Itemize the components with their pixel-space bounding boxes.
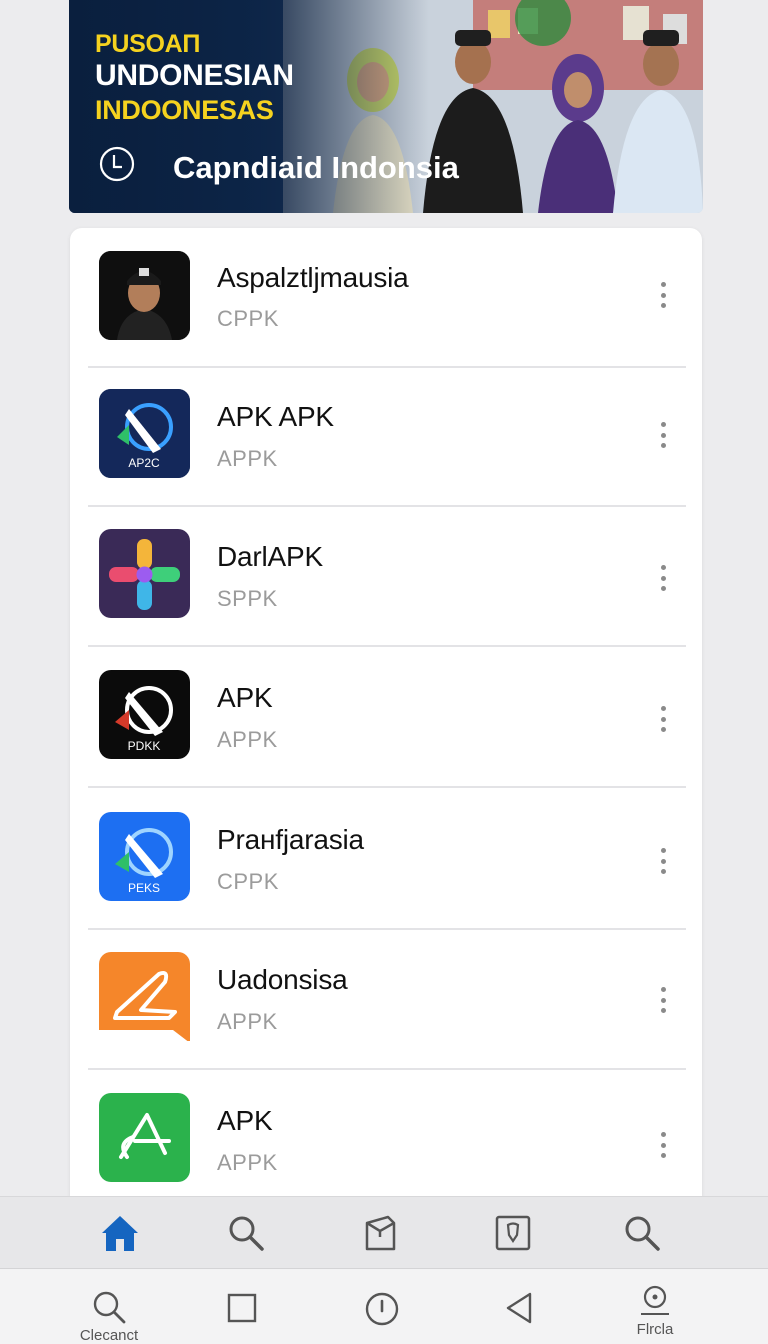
- app-type: APPK: [217, 446, 278, 471]
- app-name: Uadonsisa: [217, 964, 348, 995]
- clock-icon: [99, 146, 135, 182]
- more-options-icon[interactable]: [652, 983, 674, 1017]
- banner-title-line2: UNDONESIAN: [95, 59, 294, 92]
- search-icon[interactable]: [224, 1211, 268, 1255]
- list-item[interactable]: APK APPK: [70, 1071, 702, 1198]
- home-icon[interactable]: [98, 1211, 142, 1255]
- app-name: APK: [217, 682, 273, 713]
- home-button[interactable]: [362, 1269, 402, 1344]
- square-icon: [227, 1293, 257, 1323]
- more-options-icon[interactable]: [652, 844, 674, 878]
- search-icon[interactable]: [620, 1211, 664, 1255]
- app-type: CPPK: [217, 306, 279, 331]
- screen: PUSOAΠ UNDONESIAN INDOONESAS Capndiaid I…: [0, 0, 768, 1344]
- app-name: APK APK: [217, 401, 334, 432]
- bottom-tab-bar: [0, 1196, 768, 1268]
- banner-subtitle: Capndiaid Indonsia: [173, 150, 459, 185]
- banner-title: PUSOAΠ UNDONESIAN INDOONESAS: [95, 30, 294, 126]
- green-apk-icon: [99, 1093, 190, 1182]
- app-type: CPPK: [217, 869, 279, 894]
- system-nav-bar: Clecanct Flrcla: [0, 1268, 768, 1344]
- apk-logo-black-icon: PDKK: [99, 670, 190, 759]
- list-item[interactable]: PEKS Praнfjarasia CPPK: [70, 790, 702, 930]
- list-item[interactable]: AP2C APK APK APPK: [70, 367, 702, 507]
- person-avatar-icon: [99, 251, 190, 340]
- back-triangle-icon: [506, 1292, 532, 1324]
- app-name: Praнfjarasia: [217, 824, 364, 855]
- more-options-icon[interactable]: [652, 1128, 674, 1162]
- banner-title-line1: PUSOAΠ: [95, 30, 201, 58]
- app-list: Aspalztljmausia CPPK AP2C APK APK APPK D…: [70, 228, 702, 1198]
- compass-icon: [641, 1285, 669, 1315]
- system-right-button[interactable]: Flrcla: [620, 1269, 690, 1344]
- app-type: APPK: [217, 1009, 278, 1034]
- more-options-icon[interactable]: [652, 702, 674, 736]
- package-icon[interactable]: [358, 1211, 402, 1255]
- app-type: APPK: [217, 727, 278, 752]
- system-left-label: Clecanct: [79, 1327, 139, 1344]
- more-options-icon[interactable]: [652, 278, 674, 312]
- header-banner[interactable]: PUSOAΠ UNDONESIAN INDOONESAS Capndiaid I…: [69, 0, 703, 213]
- divider: [88, 786, 686, 788]
- apk-logo-blue-icon: PEKS: [99, 812, 190, 901]
- shield-icon[interactable]: [491, 1211, 535, 1255]
- app-name: APK: [217, 1105, 273, 1136]
- more-options-icon[interactable]: [652, 418, 674, 452]
- list-item[interactable]: PDKK APK APPK: [70, 648, 702, 788]
- icon-label: PEKS: [128, 881, 160, 895]
- icon-label: AP2C: [128, 456, 160, 470]
- orange-plane-icon: [99, 952, 190, 1041]
- apk-logo-navy-icon: AP2C: [99, 389, 190, 478]
- list-item[interactable]: DarlAPK SPPK: [70, 507, 702, 647]
- app-type: APPK: [217, 1150, 278, 1175]
- system-search-button[interactable]: Clecanct: [74, 1269, 144, 1344]
- colorful-flower-icon: [99, 529, 190, 618]
- divider: [88, 1068, 686, 1070]
- list-item[interactable]: Uadonsisa APPK: [70, 930, 702, 1070]
- recents-button[interactable]: [222, 1269, 262, 1344]
- more-options-icon[interactable]: [652, 561, 674, 595]
- back-button[interactable]: [500, 1269, 540, 1344]
- divider: [88, 645, 686, 647]
- system-right-label: Flrcla: [636, 1321, 674, 1338]
- circle-home-icon: [365, 1292, 399, 1326]
- icon-label: PDKK: [128, 739, 161, 753]
- app-type: SPPK: [217, 586, 278, 611]
- app-name: Aspalztljmausia: [217, 262, 409, 293]
- search-icon: [93, 1291, 126, 1324]
- banner-title-line3: INDOONESAS: [95, 95, 274, 125]
- app-name: DarlAPK: [217, 541, 323, 572]
- list-item[interactable]: Aspalztljmausia CPPK: [70, 228, 702, 368]
